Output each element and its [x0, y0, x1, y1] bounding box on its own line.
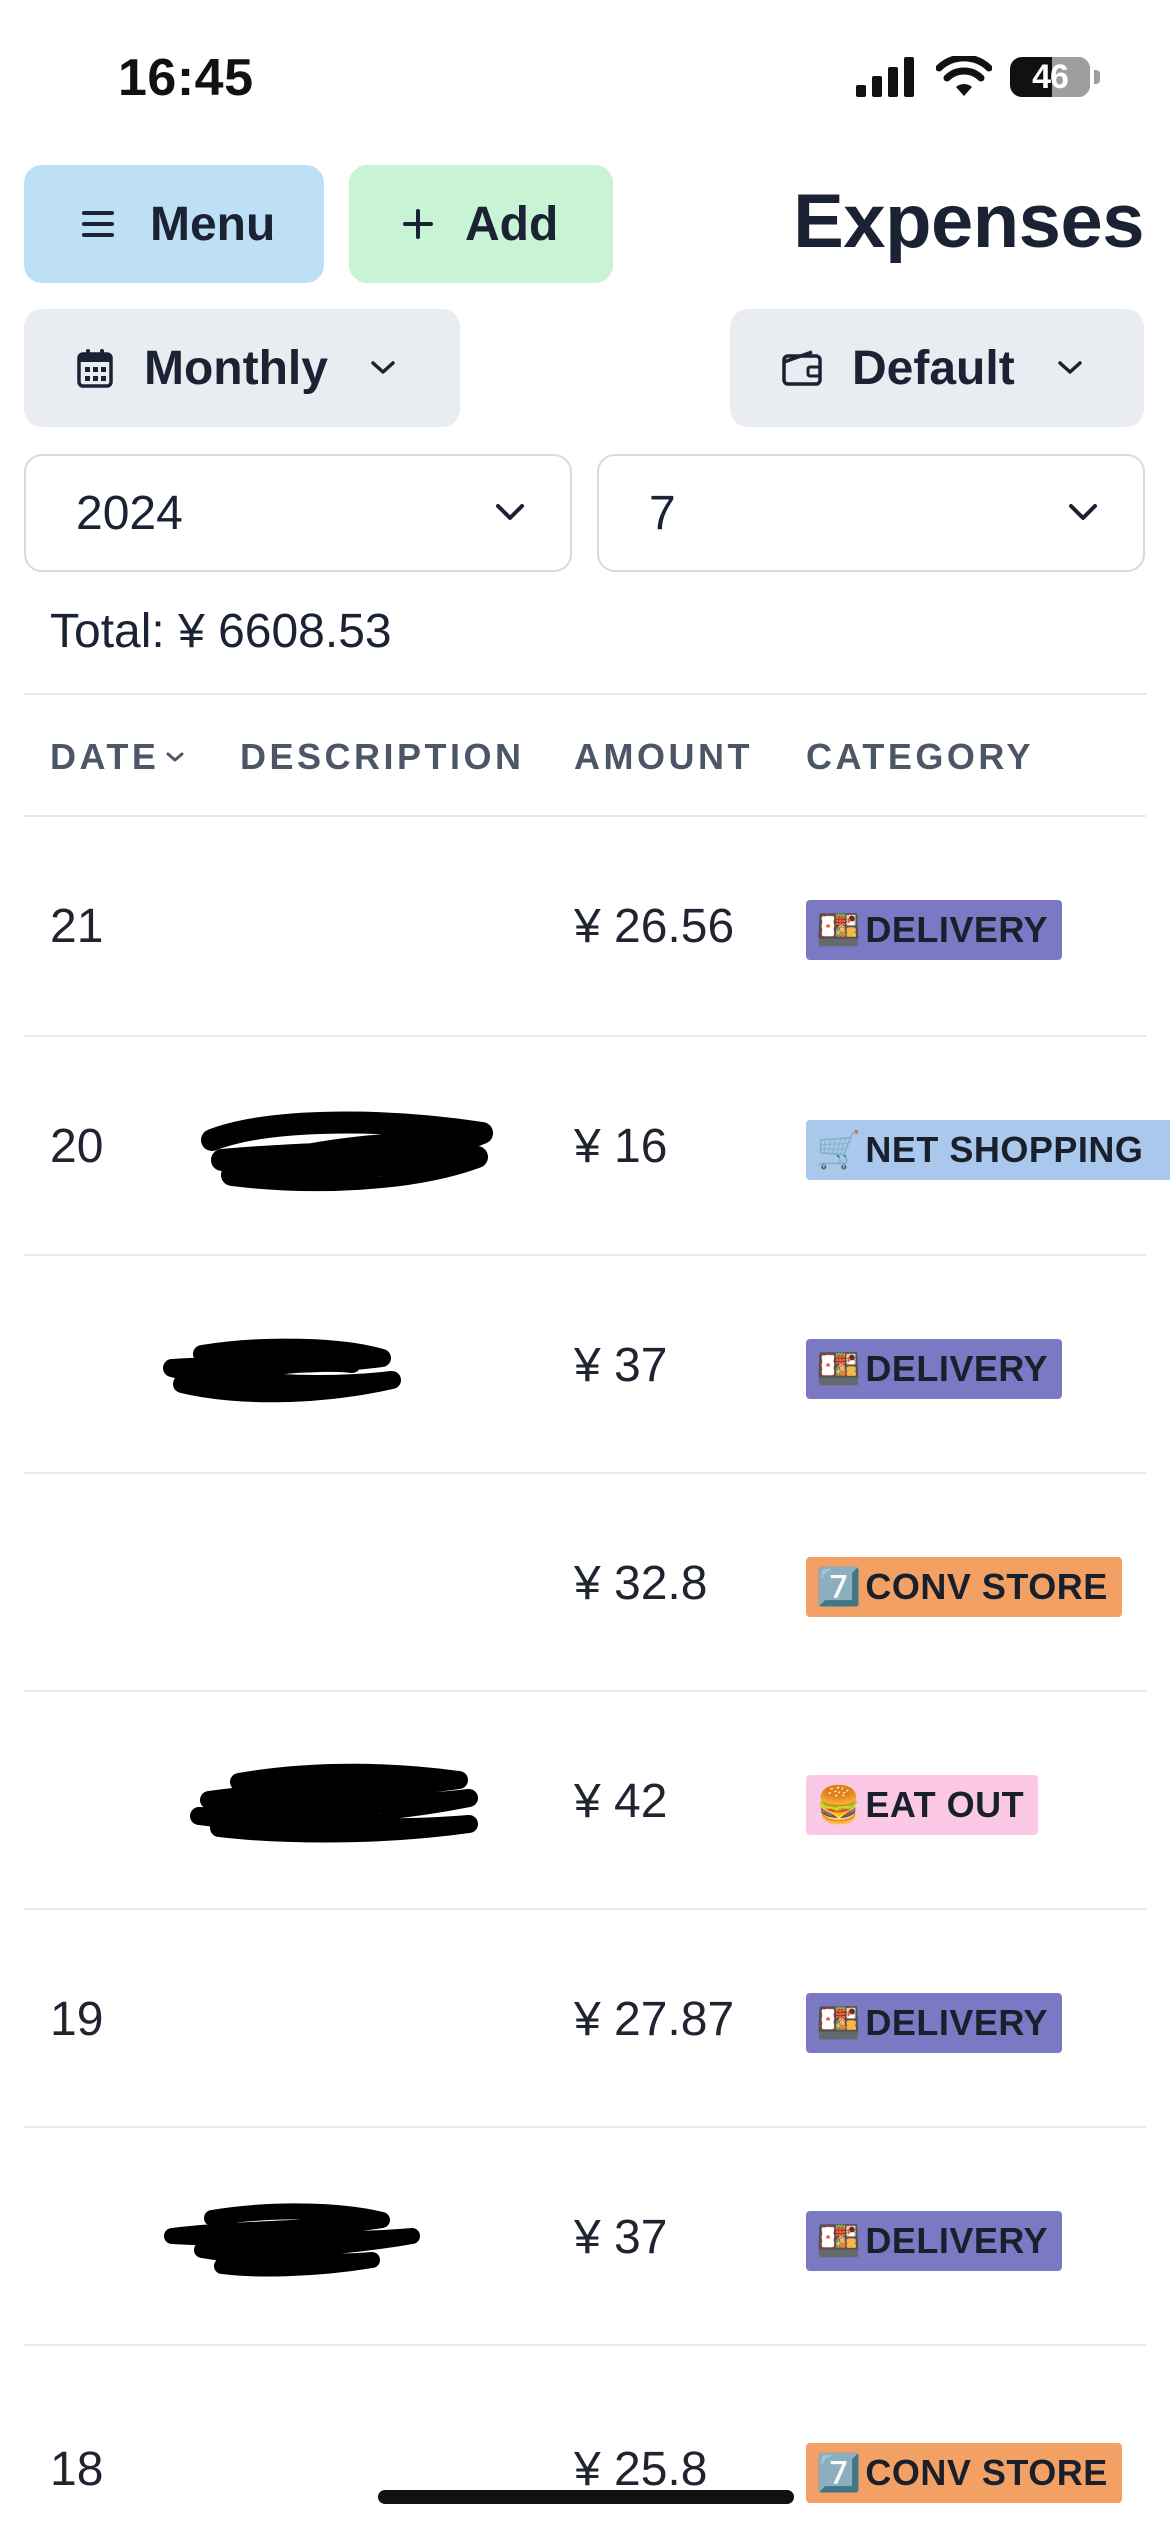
- year-select[interactable]: 2024: [24, 454, 572, 572]
- convenience-store-icon: 7️⃣: [816, 2452, 862, 2493]
- menu-button-label: Menu: [150, 197, 276, 251]
- delivery-icon: 🍱: [816, 909, 862, 950]
- account-dropdown[interactable]: Default: [730, 309, 1144, 427]
- category-tag-label: CONV STORE: [865, 2452, 1108, 2493]
- row-amount: ¥ 27.87: [574, 1993, 735, 2046]
- category-tag-label: EAT OUT: [865, 1784, 1025, 1825]
- year-select-value: 2024: [76, 486, 183, 540]
- category-tag-label: DELIVERY: [865, 2002, 1049, 2043]
- category-tag-label: DELIVERY: [865, 909, 1049, 950]
- burger-icon: 🍔: [816, 1784, 862, 1825]
- chevron-down-icon: [496, 504, 524, 520]
- category-tag: 🍱 DELIVERY: [806, 1339, 1063, 1399]
- category-tag-label: DELIVERY: [865, 2220, 1049, 2261]
- calendar-icon: [77, 349, 113, 388]
- row-amount: ¥ 42: [574, 1775, 668, 1828]
- category-tag: 🍱 DELIVERY: [806, 1993, 1063, 2053]
- column-header-category[interactable]: CATEGORY: [806, 736, 1034, 778]
- delivery-icon: 🍱: [816, 1348, 862, 1389]
- cellular-signal-icon: [856, 57, 914, 97]
- delivery-icon: 🍱: [816, 2002, 862, 2043]
- category-tag-label: CONV STORE: [865, 1566, 1108, 1607]
- category-tag: 🍱 DELIVERY: [806, 2211, 1063, 2271]
- battery-icon: 46: [1010, 57, 1090, 97]
- category-tag-label: NET SHOPPING: [865, 1129, 1144, 1170]
- row-date: 20: [50, 1120, 104, 1173]
- redacted-description: [163, 1338, 401, 1403]
- category-tag: 7️⃣ CONV STORE: [806, 1557, 1122, 1617]
- row-date: 18: [50, 2443, 104, 2496]
- table-row[interactable]: ¥ 37 🍱 DELIVERY: [24, 1256, 1146, 1474]
- status-time: 16:45: [118, 49, 254, 107]
- delivery-icon: 🍱: [816, 2220, 862, 2261]
- add-button[interactable]: Add: [349, 165, 613, 283]
- status-bar: 16:45 46: [0, 0, 1170, 150]
- table-row[interactable]: 20 ¥ 16 🛒 NET SHOPPING: [24, 1037, 1170, 1255]
- period-dropdown[interactable]: Monthly: [24, 309, 460, 427]
- redacted-description: [190, 1763, 478, 1843]
- column-header-date-label: DATE: [50, 736, 160, 777]
- chevron-down-icon: [371, 361, 395, 374]
- wifi-icon: [936, 56, 992, 96]
- column-header-amount[interactable]: AMOUNT: [574, 736, 753, 778]
- total-amount: Total: ¥ 6608.53: [50, 605, 392, 658]
- chevron-down-icon: [1069, 504, 1097, 520]
- battery-nub: [1094, 70, 1100, 84]
- divider: [24, 693, 1146, 695]
- row-amount: ¥ 16: [574, 1120, 668, 1173]
- menu-button[interactable]: Menu: [24, 165, 324, 283]
- battery-level: 46: [1032, 57, 1069, 96]
- chevron-down-icon: [1057, 361, 1082, 374]
- page-title: Expenses: [793, 179, 1144, 264]
- row-amount: ¥ 32.8: [574, 1557, 708, 1610]
- row-date: 19: [50, 1993, 104, 2046]
- home-indicator[interactable]: [378, 2490, 794, 2504]
- category-tag: 7️⃣ CONV STORE: [806, 2443, 1122, 2503]
- category-tag-label: DELIVERY: [865, 1348, 1049, 1389]
- row-date: 21: [50, 900, 104, 953]
- plus-icon: [403, 209, 433, 239]
- add-button-label: Add: [465, 197, 559, 251]
- table-row[interactable]: ¥ 37 🍱 DELIVERY: [24, 2128, 1146, 2346]
- redacted-description: [201, 1111, 493, 1192]
- shopping-cart-icon: 🛒: [816, 1129, 862, 1170]
- wallet-icon: [782, 350, 822, 386]
- category-tag: 🍱 DELIVERY: [806, 900, 1063, 960]
- row-amount: ¥ 37: [574, 2211, 668, 2264]
- table-row[interactable]: 19 ¥ 27.87 🍱 DELIVERY: [24, 1910, 1146, 2128]
- redacted-description: [164, 2203, 420, 2277]
- month-select-value: 7: [649, 486, 676, 540]
- category-tag: 🍔 EAT OUT: [806, 1775, 1039, 1835]
- period-dropdown-label: Monthly: [144, 341, 328, 395]
- row-amount: ¥ 26.56: [574, 900, 735, 953]
- column-header-description[interactable]: DESCRIPTION: [240, 736, 525, 778]
- hamburger-icon: [82, 211, 114, 237]
- sort-chevron-icon: [166, 752, 184, 762]
- account-dropdown-label: Default: [852, 341, 1015, 395]
- table-row[interactable]: 18 ¥ 25.8 7️⃣ CONV STORE: [24, 2346, 1146, 2532]
- convenience-store-icon: 7️⃣: [816, 1566, 862, 1607]
- row-amount: ¥ 25.8: [574, 2443, 708, 2496]
- table-row[interactable]: ¥ 42 🍔 EAT OUT: [24, 1692, 1146, 1910]
- status-icons: 46: [856, 56, 1100, 98]
- row-amount: ¥ 37: [574, 1339, 668, 1392]
- category-tag: 🛒 NET SHOPPING: [806, 1120, 1170, 1180]
- column-header-date[interactable]: DATE: [50, 736, 185, 778]
- month-select[interactable]: 7: [597, 454, 1145, 572]
- table-row[interactable]: ¥ 32.8 7️⃣ CONV STORE: [24, 1474, 1146, 1692]
- table-row[interactable]: 21 ¥ 26.56 🍱 DELIVERY: [24, 817, 1146, 1035]
